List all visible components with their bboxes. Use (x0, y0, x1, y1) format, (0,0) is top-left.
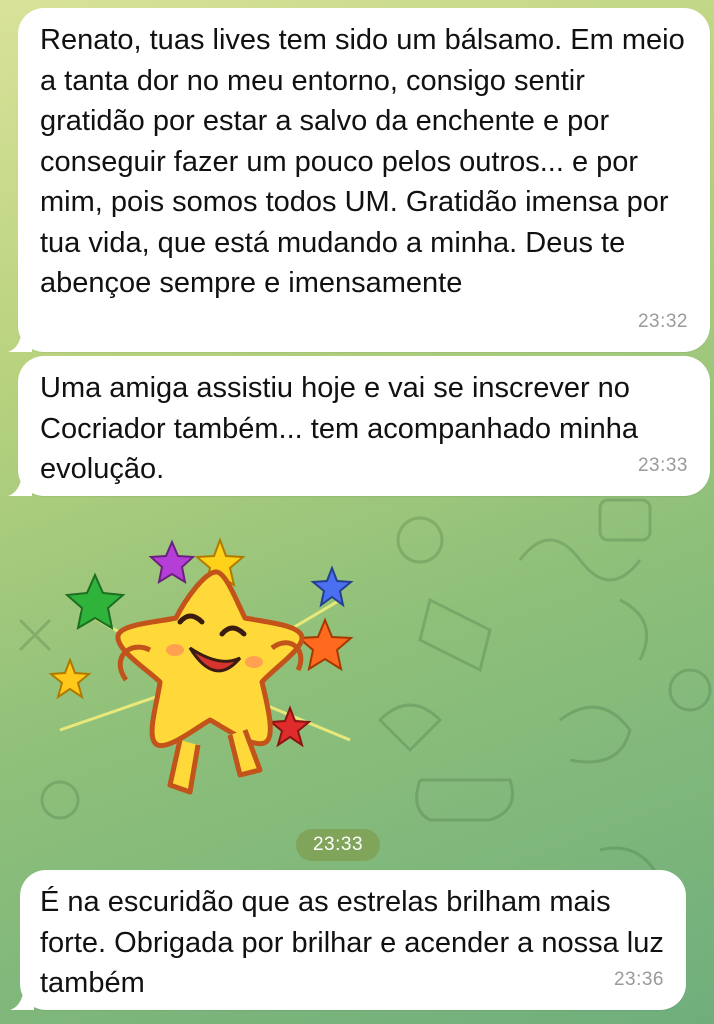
message-bubble[interactable]: É na escuridão que as estrelas brilham m… (10, 870, 686, 1010)
happy-star-sticker-icon[interactable] (40, 530, 370, 820)
message-timestamp: 23:33 (637, 454, 688, 476)
purple-star-icon (148, 539, 196, 585)
bubble-tail (8, 474, 32, 496)
message-text: Renato, tuas lives tem sido um bálsamo. … (40, 24, 685, 299)
message-text: Uma amiga assistiu hoje e vai se inscrev… (40, 372, 639, 485)
yellow-star-left-icon (48, 657, 92, 700)
message-bubble[interactable]: Renato, tuas lives tem sido um bálsamo. … (8, 8, 710, 352)
message-text: É na escuridão que as estrelas brilham m… (40, 886, 664, 999)
message-bubble[interactable]: Uma amiga assistiu hoje e vai se inscrev… (8, 356, 710, 496)
bubble-tail (10, 988, 34, 1010)
blue-star-icon (310, 565, 354, 608)
message-timestamp: 23:32 (637, 310, 688, 332)
orange-star-icon (296, 617, 354, 672)
sticker-timestamp: 23:33 (296, 829, 380, 861)
message-timestamp: 23:36 (613, 968, 664, 990)
red-star-icon (268, 705, 312, 748)
bubble-tail (8, 330, 32, 352)
